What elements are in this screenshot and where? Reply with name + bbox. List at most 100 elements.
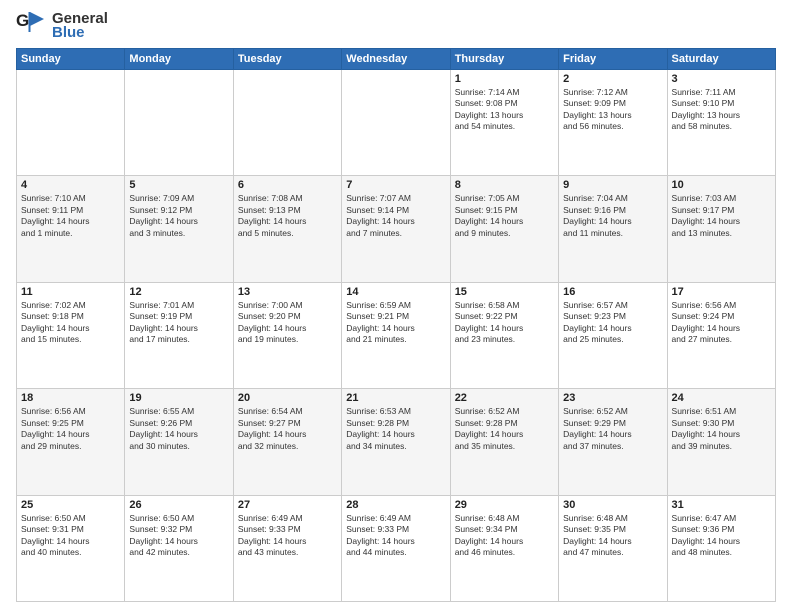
weekday-header-friday: Friday [559, 49, 667, 70]
day-number: 20 [238, 392, 337, 404]
day-number: 11 [21, 286, 120, 298]
calendar-week-row: 25 Sunrise: 6:50 AMSunset: 9:31 PMDayligh… [17, 495, 776, 601]
empty-cell [342, 70, 450, 176]
empty-cell [17, 70, 125, 176]
day-info: Sunrise: 6:50 AMSunset: 9:32 PMDaylight:… [129, 513, 228, 559]
day-number: 27 [238, 499, 337, 511]
day-number: 23 [563, 392, 662, 404]
day-info: Sunrise: 6:50 AMSunset: 9:31 PMDaylight:… [21, 513, 120, 559]
calendar-day-cell: 25 Sunrise: 6:50 AMSunset: 9:31 PMDayligh… [17, 495, 125, 601]
day-info: Sunrise: 7:02 AMSunset: 9:18 PMDaylight:… [21, 300, 120, 346]
day-info: Sunrise: 6:48 AMSunset: 9:35 PMDaylight:… [563, 513, 662, 559]
day-info: Sunrise: 7:10 AMSunset: 9:11 PMDaylight:… [21, 193, 120, 239]
day-info: Sunrise: 6:48 AMSunset: 9:34 PMDaylight:… [455, 513, 554, 559]
day-info: Sunrise: 7:03 AMSunset: 9:17 PMDaylight:… [672, 193, 771, 239]
calendar-day-cell: 31 Sunrise: 6:47 AMSunset: 9:36 PMDayligh… [667, 495, 775, 601]
calendar-day-cell: 3 Sunrise: 7:11 AMSunset: 9:10 PMDaylight… [667, 70, 775, 176]
calendar-day-cell: 15 Sunrise: 6:58 AMSunset: 9:22 PMDayligh… [450, 282, 558, 388]
day-number: 24 [672, 392, 771, 404]
day-number: 30 [563, 499, 662, 511]
calendar-day-cell: 27 Sunrise: 6:49 AMSunset: 9:33 PMDayligh… [233, 495, 341, 601]
calendar-day-cell: 21Sunrise: 6:53 AMSunset: 9:28 PMDayligh… [342, 389, 450, 495]
day-info: Sunrise: 6:56 AMSunset: 9:24 PMDaylight:… [672, 300, 771, 346]
day-number: 4 [21, 179, 120, 191]
day-info: Sunrise: 7:05 AMSunset: 9:15 PMDaylight:… [455, 193, 554, 239]
day-number: 10 [672, 179, 771, 191]
day-info: Sunrise: 6:51 AMSunset: 9:30 PMDaylight:… [672, 406, 771, 452]
weekday-header-thursday: Thursday [450, 49, 558, 70]
day-info: Sunrise: 7:00 AMSunset: 9:20 PMDaylight:… [238, 300, 337, 346]
calendar-day-cell: 4 Sunrise: 7:10 AMSunset: 9:11 PMDaylight… [17, 176, 125, 282]
calendar-day-cell: 28 Sunrise: 6:49 AMSunset: 9:33 PMDayligh… [342, 495, 450, 601]
calendar-day-cell: 26 Sunrise: 6:50 AMSunset: 9:32 PMDayligh… [125, 495, 233, 601]
calendar-day-cell: 17 Sunrise: 6:56 AMSunset: 9:24 PMDayligh… [667, 282, 775, 388]
calendar-week-row: 11 Sunrise: 7:02 AMSunset: 9:18 PMDayligh… [17, 282, 776, 388]
day-info: Sunrise: 7:07 AMSunset: 9:14 PMDaylight:… [346, 193, 445, 239]
weekday-header-tuesday: Tuesday [233, 49, 341, 70]
generalblue-logo-icon: G [16, 10, 48, 42]
day-info: Sunrise: 6:55 AMSunset: 9:26 PMDaylight:… [129, 406, 228, 452]
empty-cell [233, 70, 341, 176]
weekday-header-sunday: Sunday [17, 49, 125, 70]
day-number: 5 [129, 179, 228, 191]
day-number: 7 [346, 179, 445, 191]
day-info: Sunrise: 7:14 AMSunset: 9:08 PMDaylight:… [455, 87, 554, 133]
day-info: Sunrise: 7:11 AMSunset: 9:10 PMDaylight:… [672, 87, 771, 133]
weekday-header-wednesday: Wednesday [342, 49, 450, 70]
calendar-day-cell: 6 Sunrise: 7:08 AMSunset: 9:13 PMDaylight… [233, 176, 341, 282]
calendar-day-cell: 11 Sunrise: 7:02 AMSunset: 9:18 PMDayligh… [17, 282, 125, 388]
day-info: Sunrise: 6:56 AMSunset: 9:25 PMDaylight:… [21, 406, 120, 452]
day-info: Sunrise: 7:09 AMSunset: 9:12 PMDaylight:… [129, 193, 228, 239]
day-number: 31 [672, 499, 771, 511]
day-number: 28 [346, 499, 445, 511]
day-number: 18 [21, 392, 120, 404]
calendar-table: SundayMondayTuesdayWednesdayThursdayFrid… [16, 48, 776, 602]
day-number: 3 [672, 73, 771, 85]
day-info: Sunrise: 6:59 AMSunset: 9:21 PMDaylight:… [346, 300, 445, 346]
day-number: 8 [455, 179, 554, 191]
day-number: 25 [21, 499, 120, 511]
calendar-day-cell: 14 Sunrise: 6:59 AMSunset: 9:21 PMDayligh… [342, 282, 450, 388]
day-info: Sunrise: 7:04 AMSunset: 9:16 PMDaylight:… [563, 193, 662, 239]
calendar-day-cell: 2 Sunrise: 7:12 AMSunset: 9:09 PMDaylight… [559, 70, 667, 176]
calendar-day-cell: 10 Sunrise: 7:03 AMSunset: 9:17 PMDayligh… [667, 176, 775, 282]
day-number: 26 [129, 499, 228, 511]
day-info: Sunrise: 7:12 AMSunset: 9:09 PMDaylight:… [563, 87, 662, 133]
calendar-day-cell: 13 Sunrise: 7:00 AMSunset: 9:20 PMDayligh… [233, 282, 341, 388]
day-info: Sunrise: 6:49 AMSunset: 9:33 PMDaylight:… [238, 513, 337, 559]
day-number: 13 [238, 286, 337, 298]
day-number: 2 [563, 73, 662, 85]
calendar-day-cell: 7 Sunrise: 7:07 AMSunset: 9:14 PMDaylight… [342, 176, 450, 282]
day-number: 19 [129, 392, 228, 404]
day-info: Sunrise: 6:52 AMSunset: 9:28 PMDaylight:… [455, 406, 554, 452]
day-number: 12 [129, 286, 228, 298]
calendar-day-cell: 23 Sunrise: 6:52 AMSunset: 9:29 PMDayligh… [559, 389, 667, 495]
day-info: Sunrise: 7:01 AMSunset: 9:19 PMDaylight:… [129, 300, 228, 346]
calendar-day-cell: 30 Sunrise: 6:48 AMSunset: 9:35 PMDayligh… [559, 495, 667, 601]
calendar-day-cell: 29Sunrise: 6:48 AMSunset: 9:34 PMDayligh… [450, 495, 558, 601]
calendar-day-cell: 9Sunrise: 7:04 AMSunset: 9:16 PMDaylight… [559, 176, 667, 282]
calendar-day-cell: 24 Sunrise: 6:51 AMSunset: 9:30 PMDayligh… [667, 389, 775, 495]
day-number: 1 [455, 73, 554, 85]
day-number: 6 [238, 179, 337, 191]
day-info: Sunrise: 6:58 AMSunset: 9:22 PMDaylight:… [455, 300, 554, 346]
weekday-header-row: SundayMondayTuesdayWednesdayThursdayFrid… [17, 49, 776, 70]
day-number: 14 [346, 286, 445, 298]
day-number: 15 [455, 286, 554, 298]
calendar-day-cell: 8 Sunrise: 7:05 AMSunset: 9:15 PMDaylight… [450, 176, 558, 282]
day-number: 17 [672, 286, 771, 298]
day-number: 22 [455, 392, 554, 404]
calendar-day-cell: 20Sunrise: 6:54 AMSunset: 9:27 PMDayligh… [233, 389, 341, 495]
logo: G General Blue [16, 10, 108, 42]
calendar-day-cell: 1 Sunrise: 7:14 AMSunset: 9:08 PMDaylight… [450, 70, 558, 176]
day-info: Sunrise: 6:49 AMSunset: 9:33 PMDaylight:… [346, 513, 445, 559]
calendar-week-row: 18 Sunrise: 6:56 AMSunset: 9:25 PMDayligh… [17, 389, 776, 495]
day-info: Sunrise: 6:47 AMSunset: 9:36 PMDaylight:… [672, 513, 771, 559]
day-info: Sunrise: 7:08 AMSunset: 9:13 PMDaylight:… [238, 193, 337, 239]
day-info: Sunrise: 6:57 AMSunset: 9:23 PMDaylight:… [563, 300, 662, 346]
logo-blue: Blue [52, 25, 108, 42]
weekday-header-saturday: Saturday [667, 49, 775, 70]
svg-text:G: G [16, 11, 29, 30]
calendar-day-cell: 22 Sunrise: 6:52 AMSunset: 9:28 PMDayligh… [450, 389, 558, 495]
day-info: Sunrise: 6:52 AMSunset: 9:29 PMDaylight:… [563, 406, 662, 452]
